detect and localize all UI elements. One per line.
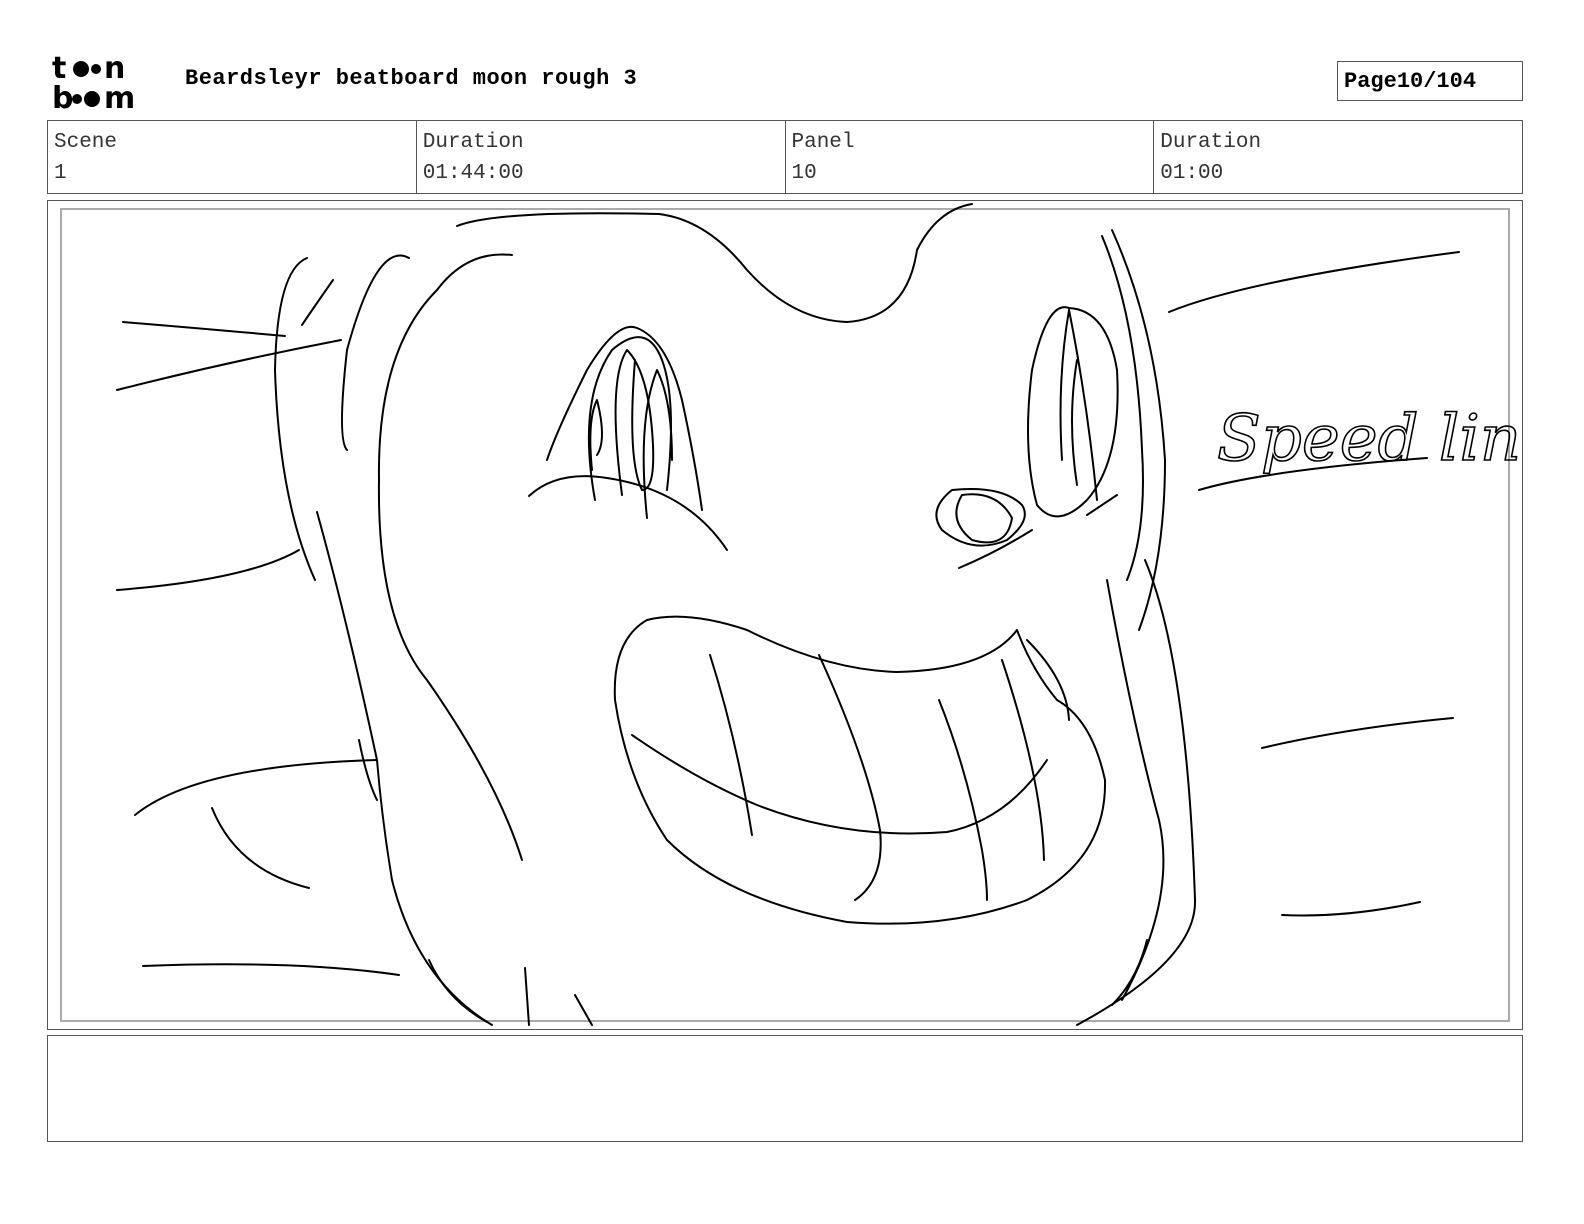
scene-label: Scene [54,131,118,154]
panel-info-row: Scene 1 Duration 01:44:00 Panel 10 Durat… [47,120,1523,194]
scene-cell: Scene 1 [48,121,417,193]
scene-duration-label: Duration [422,131,524,154]
speed-lines-note: Speed lines [1217,402,1523,476]
panel-cell: Panel 10 [786,121,1155,193]
panel-notes [47,1035,1523,1142]
sketch-annotation: Speed lines [1216,401,1523,477]
page-number: 10/104 [1396,68,1477,94]
panel-label: Panel [791,131,855,154]
scene-duration-cell: Duration 01:44:00 [417,121,786,193]
scene-duration-value: 01:44:00 [422,162,524,185]
panel-duration-label: Duration [1160,131,1262,154]
page-label: Page [1344,68,1397,94]
svg-text:m: m [104,81,135,112]
scene-value: 1 [54,162,67,185]
document-title: Beardsleyr beatboard moon rough 3 [185,66,638,91]
svg-text:b: b [52,81,73,112]
panel-duration-cell: Duration 01:00 [1154,121,1522,193]
page-indicator: Page 10/104 [1337,61,1523,101]
toon-boom-logo: t n b m [52,52,135,112]
panel-value: 10 [791,162,817,185]
panel-duration-value: 01:00 [1160,162,1224,185]
